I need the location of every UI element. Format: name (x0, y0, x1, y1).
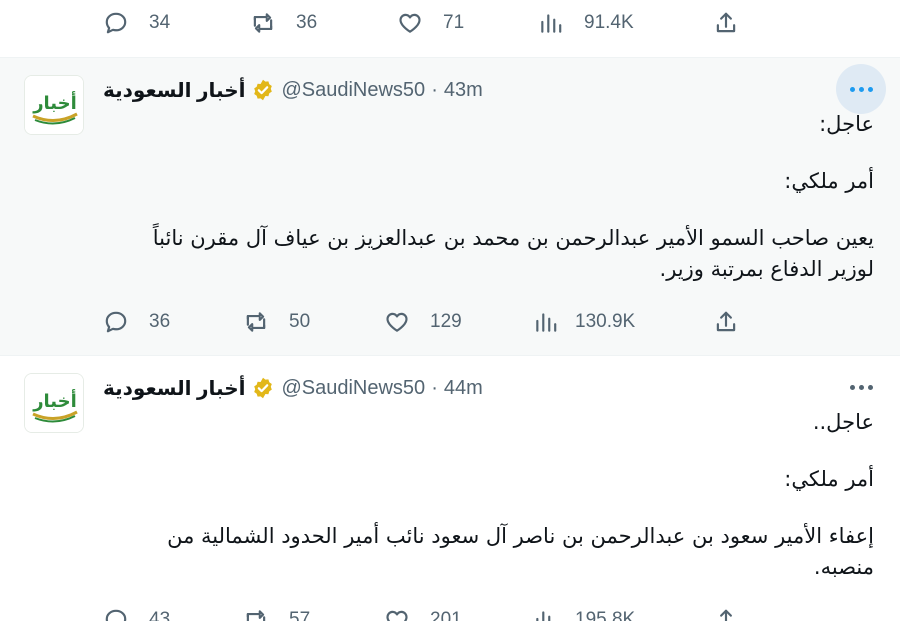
share-icon (716, 12, 736, 33)
tweet-text: عاجل: أمر ملكي: يعين صاحب السمو الأمير ع… (114, 109, 874, 285)
tweet-line: عاجل: (819, 112, 874, 136)
separator-dot: · (431, 78, 438, 101)
more-icon (849, 86, 855, 92)
tweet-header: أخبار السعودية @SaudiNews50 · 44m (103, 373, 483, 403)
more-options-button[interactable] (836, 64, 886, 114)
reply-count: 43 (149, 609, 171, 621)
separator-dot: · (431, 376, 438, 399)
reply-button[interactable]: 36 (103, 302, 170, 342)
reply-count: 34 (149, 12, 171, 33)
tweet-actions: 43 57 201 195.8K (0, 600, 900, 621)
repost-count: 36 (296, 12, 318, 33)
share-icon (716, 311, 736, 332)
analytics-icon (541, 14, 562, 33)
share-button[interactable] (713, 3, 739, 43)
more-icon-dot (858, 86, 864, 92)
tweet-header: أخبار السعودية @SaudiNews50 · 43m (103, 75, 483, 105)
more-icon-dot (858, 384, 864, 390)
repost-count: 57 (289, 609, 311, 621)
like-button[interactable]: 71 (397, 3, 464, 43)
account-name[interactable]: أخبار السعودية (103, 376, 245, 401)
timeline-feed: 34 36 71 91.4K أخبار أخبار السعودية @Sau… (0, 0, 900, 621)
views-button[interactable]: 91.4K (538, 3, 634, 43)
views-count: 195.8K (575, 609, 636, 621)
tweet-actions: 36 50 129 130.9K (0, 302, 900, 342)
avatar-logo: أخبار (25, 374, 83, 432)
verified-gold-icon[interactable] (251, 78, 275, 102)
more-icon (849, 384, 855, 390)
svg-text:أخبار: أخبار (32, 91, 77, 114)
views-button[interactable]: 195.8K (533, 600, 635, 621)
tweet[interactable]: أخبار أخبار السعودية @SaudiNews50 · 44m … (0, 356, 900, 621)
account-name[interactable]: أخبار السعودية (103, 78, 245, 103)
share-icon (720, 609, 732, 621)
repost-icon (246, 312, 266, 332)
repost-button[interactable]: 57 (243, 600, 310, 621)
like-count: 129 (430, 311, 462, 332)
share-button[interactable] (713, 302, 739, 342)
share-button[interactable] (713, 600, 739, 621)
repost-button[interactable]: 36 (250, 3, 317, 43)
more-icon-dot (867, 384, 873, 390)
like-button[interactable]: 129 (384, 302, 462, 342)
tweet-timestamp[interactable]: 43m (444, 79, 483, 102)
heart-icon (386, 312, 408, 332)
account-handle[interactable]: @SaudiNews50 (281, 377, 425, 400)
reply-button[interactable]: 43 (103, 600, 170, 621)
avatar[interactable]: أخبار (24, 75, 84, 135)
repost-icon (253, 13, 273, 33)
repost-count: 50 (289, 311, 311, 332)
reply-count: 36 (149, 311, 171, 332)
views-button[interactable]: 130.9K (533, 302, 635, 342)
tweet[interactable]: أخبار أخبار السعودية @SaudiNews50 · 43m … (0, 58, 900, 355)
analytics-icon (536, 611, 551, 621)
like-count: 71 (443, 12, 465, 33)
repost-button[interactable]: 50 (243, 302, 310, 342)
more-options-button[interactable] (836, 362, 886, 412)
reply-icon (105, 12, 127, 34)
verified-gold-icon[interactable] (251, 376, 275, 400)
reply-icon (105, 609, 127, 621)
tweet-line: يعين صاحب السمو الأمير عبدالرحمن بن محمد… (152, 226, 874, 281)
analytics-icon (536, 313, 557, 332)
tweet-line: أمر ملكي: (784, 467, 874, 491)
tweet-line: إعفاء الأمير سعود بن عبدالرحمن بن ناصر آ… (167, 524, 874, 579)
reply-button[interactable]: 34 (103, 3, 170, 43)
tweet-text: عاجل.. أمر ملكي: إعفاء الأمير سعود بن عب… (114, 407, 874, 583)
svg-text:أخبار: أخبار (32, 389, 77, 412)
account-handle[interactable]: @SaudiNews50 (281, 79, 425, 102)
heart-icon (386, 610, 408, 621)
tweet-timestamp[interactable]: 44m (444, 377, 483, 400)
repost-icon (246, 610, 266, 621)
views-count: 130.9K (575, 311, 636, 332)
reply-icon (105, 311, 127, 333)
tweet-line: عاجل.. (812, 410, 874, 434)
avatar[interactable]: أخبار (24, 373, 84, 433)
like-count: 201 (430, 609, 462, 621)
more-icon-dot (867, 86, 873, 92)
tweet-line: أمر ملكي: (784, 169, 874, 193)
heart-icon (399, 13, 421, 33)
prev-tweet-actions: 34 36 71 91.4K (0, 3, 900, 43)
views-count: 91.4K (584, 12, 634, 33)
avatar-logo: أخبار (25, 76, 83, 134)
like-button[interactable]: 201 (384, 600, 462, 621)
